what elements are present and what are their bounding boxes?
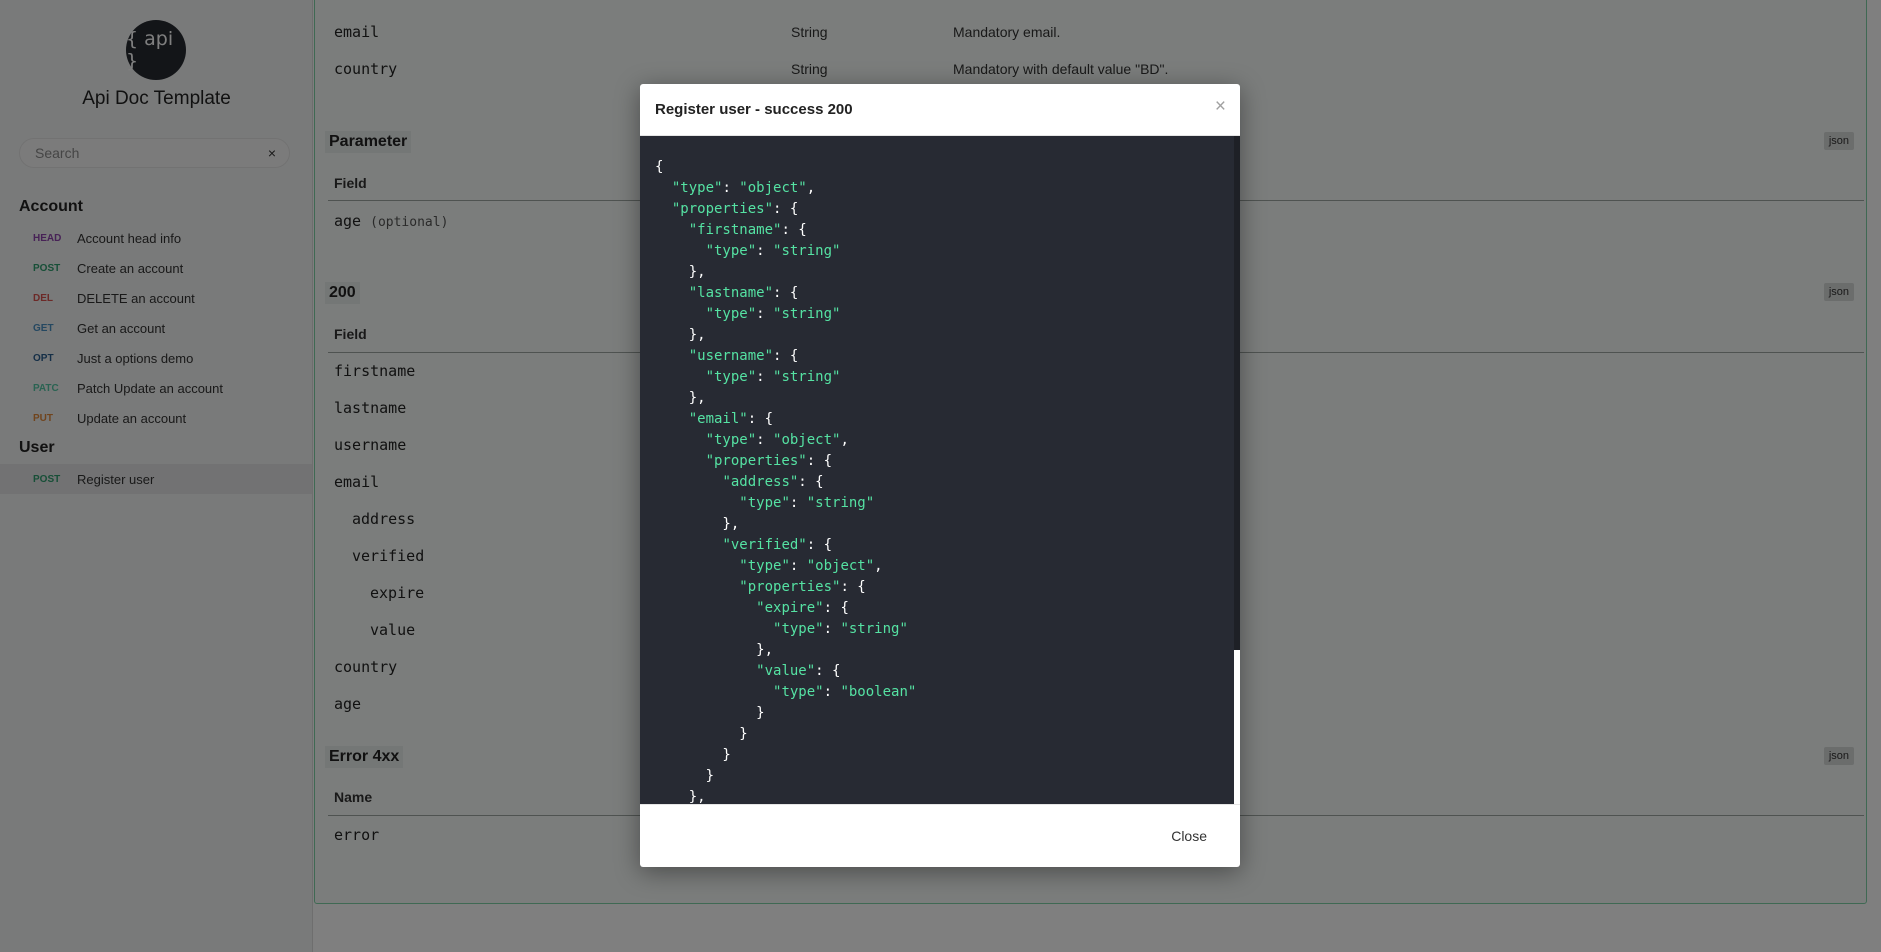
json-code-panel[interactable]: { "type": "object", "properties": { "fir…	[640, 136, 1240, 804]
close-button[interactable]: Close	[1165, 827, 1213, 845]
modal-title: Register user - success 200	[655, 101, 853, 118]
scrollbar-thumb[interactable]	[1234, 650, 1240, 804]
json-schema-code: { "type": "object", "properties": { "fir…	[655, 159, 917, 804]
response-modal: Register user - success 200 × { "type": …	[640, 84, 1240, 867]
scrollbar[interactable]	[1234, 136, 1240, 804]
modal-header: Register user - success 200 ×	[640, 84, 1240, 136]
modal-footer: Close	[640, 804, 1240, 867]
close-icon[interactable]: ×	[1215, 96, 1226, 118]
